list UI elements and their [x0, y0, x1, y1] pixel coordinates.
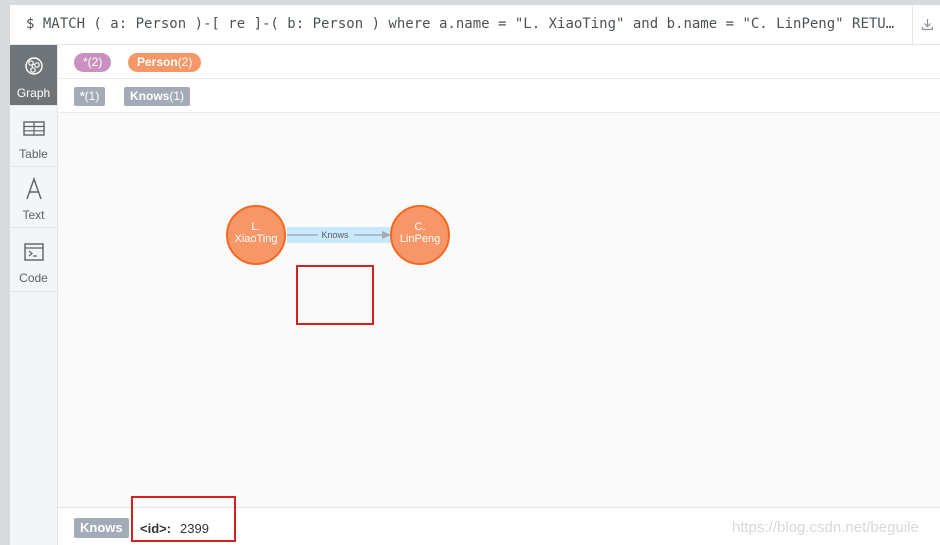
sidebar-item-label: Table — [19, 147, 48, 161]
node-linpeng[interactable]: C. LinPeng — [390, 205, 450, 265]
graph-svg: Knows L. XiaoTing C. LinPeng — [226, 205, 450, 265]
label-pill-name: Person — [137, 55, 178, 69]
sidebar-item-label: Code — [19, 271, 48, 285]
graph-icon — [25, 57, 43, 75]
rel-tag-all[interactable]: *(1) — [74, 87, 106, 106]
node-caption-line1: C. — [415, 221, 426, 233]
rel-tag-count: (1) — [84, 89, 100, 103]
property-value: 2399 — [180, 521, 209, 536]
rel-tag-count: (1) — [169, 89, 185, 103]
sidebar-item-table[interactable]: Table — [10, 106, 57, 167]
label-pill-all[interactable]: *(2) — [74, 53, 112, 72]
node-labels-row: *(2) Person(2) — [58, 45, 940, 79]
text-icon — [26, 177, 42, 200]
relationship-types-row: *(1) Knows(1) — [58, 79, 940, 113]
node-caption-line1: L. — [251, 221, 260, 233]
sidebar-item-label: Graph — [16, 86, 51, 100]
node-caption-line2: XiaoTing — [234, 233, 277, 245]
label-pill-person[interactable]: Person(2) — [128, 53, 202, 72]
sidebar-item-code[interactable]: Code — [10, 228, 57, 292]
sidebar-item-text[interactable]: Text — [10, 167, 57, 228]
query-text[interactable]: $ MATCH ( a: Person )-[ re ]-( b: Person… — [26, 16, 902, 32]
graph-view: *(2) Person(2) *(1) Knows(1) Knows L. Xi… — [58, 45, 940, 545]
node-xiaoting[interactable]: L. XiaoTing — [226, 205, 286, 265]
rel-tag-name: Knows — [130, 89, 170, 103]
label-pill-count: (2) — [87, 55, 103, 69]
graph-canvas[interactable]: Knows L. XiaoTing C. LinPeng — [58, 113, 940, 507]
relationship-label[interactable]: Knows — [321, 230, 349, 240]
rel-tag-knows[interactable]: Knows(1) — [124, 87, 191, 106]
view-sidebar: Graph Table Text Code — [10, 45, 58, 545]
watermark: https://blog.csdn.net/beguile — [732, 519, 919, 536]
download-icon — [921, 19, 934, 31]
query-bar: $ MATCH ( a: Person )-[ re ]-( b: Person… — [10, 5, 940, 45]
sidebar-item-graph[interactable]: Graph — [10, 45, 57, 106]
sidebar-item-label: Text — [22, 208, 45, 222]
code-icon — [24, 243, 44, 261]
selected-rel-tag[interactable]: Knows — [74, 518, 129, 538]
property-key: <id>: — [140, 521, 172, 536]
neo4j-result-frame: $ MATCH ( a: Person )-[ re ]-( b: Person… — [10, 5, 940, 545]
table-icon — [23, 121, 45, 136]
node-caption-line2: LinPeng — [400, 233, 440, 245]
inspector-footer: Knows <id>: 2399 https://blog.csdn.net/b… — [58, 507, 940, 545]
label-pill-count: (2) — [177, 55, 193, 69]
download-button[interactable] — [912, 5, 940, 45]
